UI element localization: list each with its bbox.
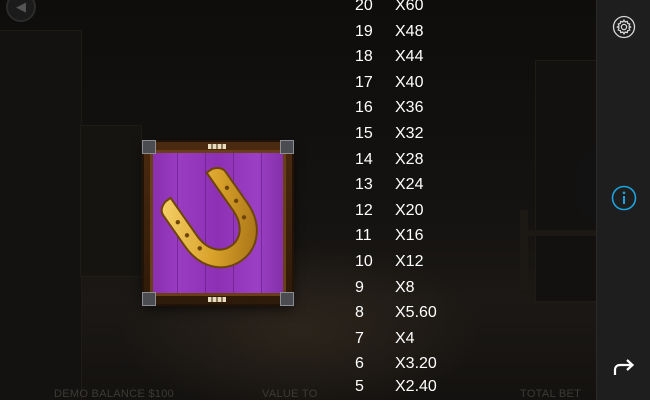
game-background xyxy=(0,0,596,400)
background-building-mid xyxy=(80,125,142,277)
payout-multiplier: X4 xyxy=(395,329,415,347)
payout-multiplier: X12 xyxy=(395,253,424,270)
balance-label: DEMO BALANCE $100 xyxy=(54,388,175,400)
symbol-count: 13 xyxy=(355,176,373,194)
symbol-background xyxy=(150,150,286,296)
payout-multiplier: X60 xyxy=(395,0,424,14)
symbol-count: 18 xyxy=(355,48,373,66)
bottom-status-bar: DEMO BALANCE $100 VALUE TO TOTAL BET xyxy=(0,386,596,400)
payout-multiplier: X8 xyxy=(395,278,415,296)
payout-multiplier: X40 xyxy=(395,73,424,91)
symbol-count: 8 xyxy=(355,304,364,322)
symbol-count: 7 xyxy=(355,329,364,347)
frame-rope xyxy=(208,297,226,302)
background-building-left xyxy=(0,30,82,400)
right-sidebar xyxy=(596,0,650,400)
payout-multiplier: X32 xyxy=(395,125,424,142)
symbol-count: 10 xyxy=(355,253,373,270)
info-icon xyxy=(611,185,637,211)
payout-multiplier: X36 xyxy=(395,99,424,117)
symbol-count: 9 xyxy=(355,278,364,296)
symbol-count: 17 xyxy=(355,73,373,91)
symbol-card xyxy=(142,140,294,306)
payout-multiplier: X16 xyxy=(395,227,424,245)
symbol-count: 16 xyxy=(355,99,373,117)
horseshoe-icon xyxy=(160,167,258,269)
payout-multiplier: X44 xyxy=(395,48,424,66)
symbol-count: 12 xyxy=(355,201,373,219)
payout-multiplier: X20 xyxy=(395,201,424,219)
return-button[interactable] xyxy=(610,354,638,382)
settings-button[interactable] xyxy=(610,13,638,41)
symbol-count: 20 xyxy=(355,0,373,14)
frame-rope xyxy=(208,144,226,149)
side-panel-handle[interactable] xyxy=(576,150,598,220)
symbol-count: 6 xyxy=(355,355,364,373)
return-arrow-icon xyxy=(613,359,635,375)
total-bet-label: TOTAL BET xyxy=(520,388,582,400)
frame-corner xyxy=(142,292,156,306)
paytable: 20 X60 19 X48 18 X44 17 X40 16 X36 15 X3… xyxy=(355,0,475,400)
background-fence xyxy=(520,230,596,236)
payout-multiplier: X28 xyxy=(395,150,424,168)
payout-multiplier: X24 xyxy=(395,176,424,194)
symbol-count: 11 xyxy=(355,227,372,245)
back-arrow-icon: ◀ xyxy=(16,0,26,14)
info-button[interactable] xyxy=(610,184,638,212)
payout-multiplier: X3.20 xyxy=(395,355,437,373)
symbol-count: 19 xyxy=(355,22,373,40)
payout-multiplier: X5.60 xyxy=(395,304,437,322)
bet-label: VALUE TO xyxy=(262,388,318,400)
background-fence-post xyxy=(520,210,528,290)
frame-corner xyxy=(280,292,294,306)
gear-icon xyxy=(612,15,636,39)
payout-multiplier: X48 xyxy=(395,22,424,40)
symbol-count: 14 xyxy=(355,150,373,168)
frame-corner xyxy=(280,140,294,154)
frame-corner xyxy=(142,140,156,154)
symbol-count: 15 xyxy=(355,125,373,142)
